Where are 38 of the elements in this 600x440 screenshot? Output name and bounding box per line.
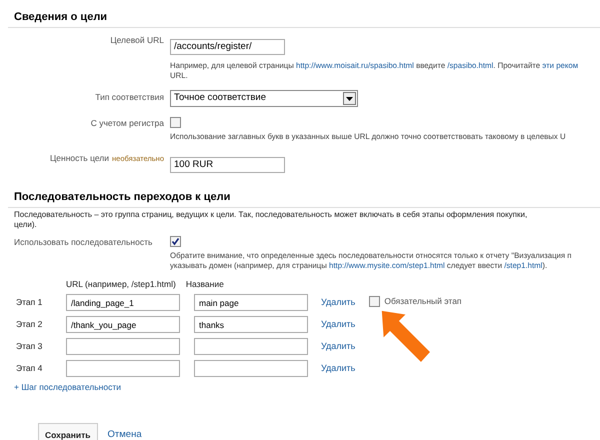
checkbox-label: Обязательный этап xyxy=(384,294,462,308)
step-url-field[interactable] xyxy=(66,338,180,355)
section-title: Сведения о цели xyxy=(14,11,108,25)
field-label: Использовать последовательность xyxy=(14,237,152,247)
delete-link[interactable]: Удалить xyxy=(321,318,356,332)
column-header: URL (например, /step1.html) xyxy=(66,279,176,290)
checkbox[interactable] xyxy=(170,236,181,247)
step-label: Этап 1 xyxy=(15,296,44,309)
section-title: Последовательность переходов к цели xyxy=(14,191,232,205)
step-name-field[interactable]: main page xyxy=(194,294,308,311)
step-url-field[interactable] xyxy=(66,360,180,377)
step-name-field[interactable] xyxy=(194,338,308,355)
description-text: Последовательность – это группа страниц, ведущих к цели. Так, последовательность может включать в себя этапы оформления покупки, xyxy=(14,210,528,220)
checkbox[interactable] xyxy=(170,117,181,128)
step-name-field[interactable] xyxy=(194,360,308,377)
checkmark-icon xyxy=(171,237,180,246)
column-header: Название xyxy=(186,279,224,290)
match-type-dropdown[interactable]: Точное соответствие xyxy=(170,90,358,107)
step-name-field[interactable]: thanks xyxy=(194,316,308,333)
field-label: Ценность цели xyxy=(50,153,109,163)
delete-link[interactable]: Удалить xyxy=(321,340,356,354)
delete-link[interactable]: Удалить xyxy=(321,296,356,310)
field-label: Тип соответствия xyxy=(95,92,164,102)
step-url-field[interactable]: /thank_you_page xyxy=(66,316,180,333)
step-label: Этап 2 xyxy=(15,318,44,331)
save-button[interactable]: Сохранить xyxy=(38,423,98,440)
step-label: Этап 3 xyxy=(15,340,44,353)
checkbox[interactable] xyxy=(369,296,380,306)
step-url-field[interactable]: /landing_page_1 xyxy=(66,294,180,311)
step-label: Этап 4 xyxy=(15,362,44,375)
delete-link[interactable]: Удалить xyxy=(321,362,356,376)
field-label: С учетом регистра xyxy=(90,118,164,128)
text-field[interactable]: 100 RUR xyxy=(170,156,285,172)
description-text: цели). xyxy=(14,220,37,230)
field-label: Целевой URL xyxy=(110,35,164,45)
cancel-link[interactable]: Отмена xyxy=(108,428,142,440)
add-step-link[interactable]: + Шаг последовательности xyxy=(14,382,121,392)
text-field[interactable]: /accounts/register/ xyxy=(170,38,285,54)
